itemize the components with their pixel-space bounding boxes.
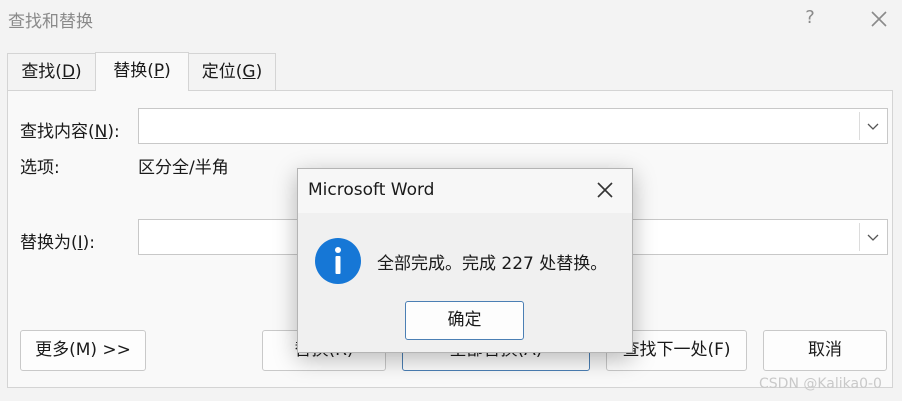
options-value: 区分全/半角 [138, 158, 229, 178]
tab-replace-mnemonic: P [153, 61, 165, 81]
find-input[interactable] [138, 108, 888, 144]
chevron-down-icon [867, 123, 879, 130]
window-title: 查找和替换 [8, 12, 93, 32]
tab-replace-label: 替换( [113, 61, 154, 81]
find-label-suffix: ): [107, 122, 120, 142]
tab-replace-suffix: ) [164, 61, 171, 81]
cancel-button[interactable]: 取消 [763, 330, 887, 371]
tab-find-label: 查找( [21, 62, 62, 82]
ok-button[interactable]: 确定 [405, 301, 524, 340]
replace-label: 替换为(I): [20, 228, 95, 253]
find-dropdown-button[interactable] [859, 112, 885, 140]
info-icon [314, 237, 362, 285]
find-label: 查找内容(N): [20, 117, 120, 142]
find-label-text: 查找内容( [20, 122, 95, 142]
watermark: CSDN @Kalika0-0 [759, 376, 882, 392]
tab-goto-mnemonic: G [242, 62, 256, 82]
tab-goto[interactable]: 定位(G) [188, 53, 276, 90]
window-close-button[interactable] [866, 6, 892, 32]
chevron-down-icon [867, 234, 879, 241]
message-box-title: Microsoft Word [308, 180, 435, 200]
find-label-mnemonic: N [94, 122, 108, 142]
options-label: 选项: [20, 158, 60, 178]
message-box-titlebar: Microsoft Word [298, 169, 632, 213]
tab-replace[interactable]: 替换(P) [95, 52, 189, 91]
tab-find-suffix: ) [75, 62, 82, 82]
tab-find[interactable]: 查找(D) [7, 53, 96, 90]
help-button[interactable]: ? [798, 6, 822, 30]
tab-goto-suffix: ) [255, 62, 263, 82]
replace-dropdown-button[interactable] [859, 223, 885, 251]
replace-label-text: 替换为( [20, 233, 78, 253]
message-box-close-button[interactable] [594, 179, 616, 201]
message-box: Microsoft Word 全部完成。完成 227 处替换。 确定 [297, 168, 633, 353]
message-box-text: 全部完成。完成 227 处替换。 [377, 254, 608, 274]
tab-find-mnemonic: D [61, 62, 76, 82]
more-button[interactable]: 更多(M) >> [20, 330, 146, 371]
message-box-body: 全部完成。完成 227 处替换。 确定 [298, 213, 632, 352]
tab-goto-label: 定位( [201, 62, 243, 82]
close-icon [597, 182, 613, 198]
window-titlebar: 查找和替换 ? [0, 0, 902, 38]
replace-label-suffix: ): [82, 233, 96, 253]
close-icon [871, 11, 887, 27]
